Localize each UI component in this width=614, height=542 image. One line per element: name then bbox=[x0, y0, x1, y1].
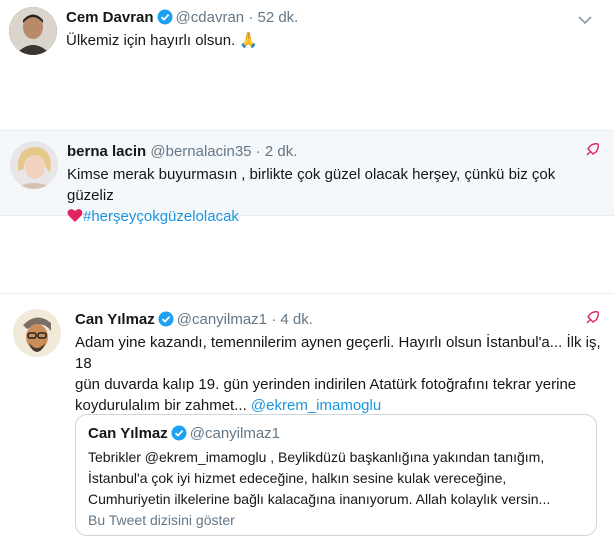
tweet-text: Ülkemiz için hayırlı olsun. 🙏 bbox=[66, 30, 258, 51]
tweet-text: Kimse merak buyurmasın , birlikte çok gü… bbox=[67, 164, 597, 229]
quoted-tweet-header: Can Yılmaz @canyilmaz1 bbox=[88, 425, 280, 445]
tweet-header: Can Yılmaz @canyilmaz1 · 4 dk. bbox=[75, 311, 313, 331]
avatar[interactable] bbox=[9, 7, 57, 55]
quoted-text-line2: İstanbul'a çok iyi hizmet edeceğine, hal… bbox=[88, 470, 507, 486]
handle[interactable]: @bernalacin35 bbox=[150, 143, 251, 160]
tweet-text-body: Ülkemiz için hayırlı olsun. bbox=[66, 32, 236, 49]
verified-badge-icon bbox=[158, 311, 174, 331]
display-name[interactable]: Cem Davran bbox=[66, 9, 154, 26]
pray-emoji: 🙏 bbox=[239, 32, 259, 49]
handle[interactable]: @cdavran bbox=[176, 9, 245, 26]
avatar[interactable] bbox=[13, 309, 61, 357]
avatar[interactable] bbox=[10, 141, 58, 189]
separator-dot: · bbox=[271, 311, 277, 328]
tweet-text: Adam yine kazandı, temennilerim aynen ge… bbox=[75, 332, 605, 416]
quoted-handle[interactable]: @canyilmaz1 bbox=[190, 425, 280, 442]
verified-badge-icon bbox=[157, 9, 173, 29]
timestamp[interactable]: 52 dk. bbox=[257, 9, 298, 26]
heart-icon bbox=[67, 208, 83, 229]
tweet-can-yilmaz[interactable]: Can Yılmaz @canyilmaz1 · 4 dk. Adam yine … bbox=[0, 297, 614, 542]
hashtag-link[interactable]: #herşeyçokgüzelolacak bbox=[83, 208, 239, 225]
tweet-cem-davran[interactable]: Cem Davran @cdavran · 52 dk. Ülkemiz için… bbox=[0, 0, 614, 60]
rocket-icon[interactable] bbox=[584, 310, 600, 331]
quoted-text-line3: Cumhuriyetin ilkelerine bağlı kalacağına… bbox=[88, 491, 551, 507]
tweet-text-body: Kimse merak buyurmasın , birlikte çok gü… bbox=[67, 166, 556, 204]
quoted-text-line1: Tebrikler @ekrem_imamoglu , Beylikdüzü b… bbox=[88, 449, 545, 465]
separator-dot: · bbox=[248, 9, 254, 26]
rocket-icon[interactable] bbox=[584, 142, 600, 163]
mention-link[interactable]: @ekrem_imamoglu bbox=[251, 397, 381, 414]
quoted-tweet[interactable]: Can Yılmaz @canyilmaz1 Tebrikler @ekrem_i… bbox=[75, 414, 597, 536]
show-thread-link[interactable]: Bu Tweet dizisini göster bbox=[88, 512, 235, 528]
handle[interactable]: @canyilmaz1 bbox=[177, 311, 267, 328]
chevron-down-icon[interactable] bbox=[578, 12, 592, 30]
tweet-text-line2: gün duvarda kalıp 19. gün yerinden indir… bbox=[75, 376, 577, 393]
tweet-text-line3: koydurulalım bir zahmet... bbox=[75, 397, 247, 414]
quoted-tweet-text: Tebrikler @ekrem_imamoglu , Beylikdüzü b… bbox=[88, 447, 588, 510]
verified-badge-icon bbox=[171, 425, 187, 445]
separator-dot: · bbox=[255, 143, 261, 160]
tweet-berna-lacin[interactable]: berna lacin @bernalacin35 · 2 dk. Kimse … bbox=[0, 130, 614, 225]
tweet-header: Cem Davran @cdavran · 52 dk. bbox=[66, 9, 298, 29]
tweet-header: berna lacin @bernalacin35 · 2 dk. bbox=[67, 143, 297, 160]
quoted-display-name[interactable]: Can Yılmaz bbox=[88, 425, 168, 442]
display-name[interactable]: Can Yılmaz bbox=[75, 311, 155, 328]
timestamp[interactable]: 4 dk. bbox=[280, 311, 313, 328]
display-name[interactable]: berna lacin bbox=[67, 143, 146, 160]
timestamp[interactable]: 2 dk. bbox=[265, 143, 298, 160]
tweet-text-line1: Adam yine kazandı, temennilerim aynen ge… bbox=[75, 334, 601, 372]
separator-line bbox=[0, 293, 614, 294]
